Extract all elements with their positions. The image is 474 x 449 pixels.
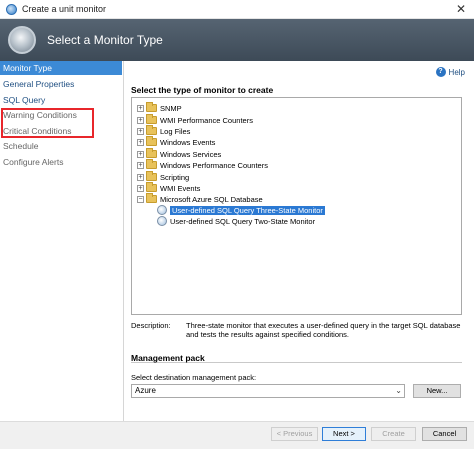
divider bbox=[123, 61, 124, 421]
folder-icon bbox=[146, 102, 157, 112]
expand-icon[interactable]: + bbox=[137, 150, 144, 158]
expand-icon[interactable]: + bbox=[137, 184, 144, 192]
window-title: Create a unit monitor bbox=[22, 4, 107, 14]
folder-icon bbox=[146, 125, 157, 135]
help-link[interactable]: ? Help bbox=[435, 67, 465, 77]
monitor-type-icon bbox=[8, 26, 36, 54]
nav-item-general-properties[interactable]: General Properties bbox=[0, 77, 122, 91]
page-title: Select a Monitor Type bbox=[47, 33, 163, 47]
wizard-header: Select a Monitor Type bbox=[0, 19, 474, 61]
previous-button[interactable]: < Previous bbox=[271, 427, 318, 441]
tree-item[interactable]: + WMI Events bbox=[137, 182, 200, 193]
cancel-button[interactable]: Cancel bbox=[422, 427, 467, 441]
expand-icon[interactable]: + bbox=[137, 104, 144, 112]
folder-open-icon bbox=[146, 193, 157, 203]
management-pack-select[interactable]: Azure ⌄ bbox=[131, 384, 405, 398]
management-pack-label: Select destination management pack: bbox=[131, 373, 257, 382]
tree-item[interactable]: + WMI Performance Counters bbox=[137, 114, 253, 125]
expand-icon[interactable]: + bbox=[137, 127, 144, 135]
tree-item[interactable]: + Windows Events bbox=[137, 136, 215, 147]
description-text: Three-state monitor that executes a user… bbox=[186, 321, 461, 339]
expand-icon[interactable]: + bbox=[137, 138, 144, 146]
tree-item[interactable]: + Log Files bbox=[137, 125, 190, 136]
collapse-icon[interactable]: − bbox=[137, 195, 144, 203]
tree-item[interactable]: + Scripting bbox=[137, 171, 189, 182]
close-button[interactable]: ✕ bbox=[456, 3, 466, 15]
help-label: Help bbox=[448, 67, 465, 77]
nav-item-configure-alerts[interactable]: Configure Alerts bbox=[0, 155, 122, 169]
chevron-down-icon[interactable]: ⌄ bbox=[395, 385, 402, 397]
new-management-pack-button[interactable]: New... bbox=[413, 384, 461, 398]
section-title: Select the type of monitor to create bbox=[131, 85, 274, 95]
highlight-annotation bbox=[1, 108, 94, 138]
folder-icon bbox=[146, 114, 157, 124]
help-icon: ? bbox=[435, 67, 446, 77]
folder-icon bbox=[146, 136, 157, 146]
tree-item[interactable]: − Microsoft Azure SQL Database bbox=[137, 193, 263, 204]
monitor-type-tree[interactable]: + SNMP + WMI Performance Counters + Log … bbox=[131, 97, 462, 315]
app-icon bbox=[6, 3, 17, 15]
tree-item[interactable]: + Windows Performance Counters bbox=[137, 159, 268, 170]
nav-item-monitor-type[interactable]: Monitor Type bbox=[0, 61, 122, 75]
folder-icon bbox=[146, 148, 157, 158]
create-button[interactable]: Create bbox=[371, 427, 416, 441]
tree-item[interactable]: + SNMP bbox=[137, 102, 182, 113]
nav-item-schedule[interactable]: Schedule bbox=[0, 139, 122, 153]
next-button[interactable]: Next > bbox=[322, 427, 366, 441]
title-bar: Create a unit monitor ✕ bbox=[0, 0, 474, 19]
tree-item[interactable]: + Windows Services bbox=[137, 148, 221, 159]
tree-item[interactable]: User-defined SQL Query Two-State Monitor bbox=[157, 216, 315, 226]
folder-icon bbox=[146, 159, 157, 169]
expand-icon[interactable]: + bbox=[137, 173, 144, 181]
folder-icon bbox=[146, 182, 157, 192]
management-pack-value: Azure bbox=[135, 386, 156, 395]
expand-icon[interactable]: + bbox=[137, 116, 144, 124]
monitor-icon bbox=[157, 216, 167, 226]
tree-item-selected[interactable]: User-defined SQL Query Three-State Monit… bbox=[157, 205, 325, 215]
folder-icon bbox=[146, 171, 157, 181]
expand-icon[interactable]: + bbox=[137, 161, 144, 169]
management-pack-title: Management pack bbox=[131, 353, 205, 363]
description-label: Description: bbox=[131, 321, 171, 330]
nav-item-sql-query[interactable]: SQL Query bbox=[0, 93, 122, 107]
monitor-icon bbox=[157, 205, 167, 215]
